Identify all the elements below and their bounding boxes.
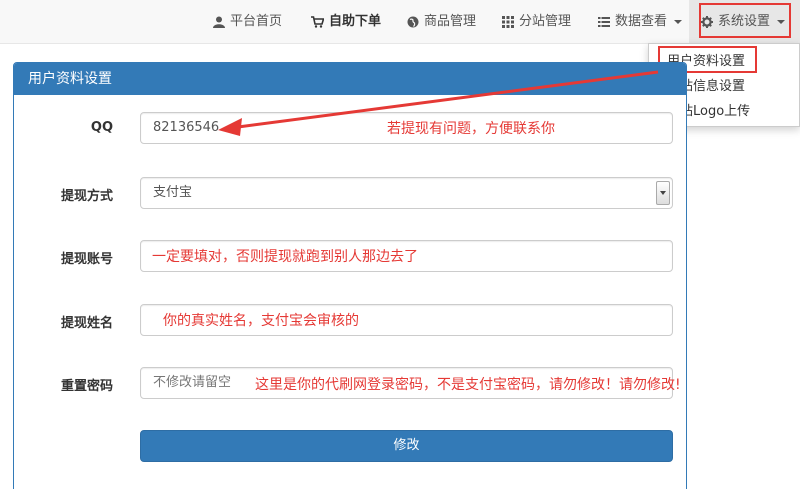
nav-item-products[interactable]: 商品管理 — [407, 0, 476, 44]
nav-item-data[interactable]: 数据查看 — [598, 0, 683, 44]
reset-password-label: 重置密码 — [60, 379, 113, 394]
annotation-note-password: 这里是你的代刷网登录密码，不是支付宝密码，请勿修改！请勿修改! — [255, 377, 681, 393]
list-icon — [598, 17, 610, 27]
annotation-highlight-settings — [699, 3, 791, 38]
grid-icon — [502, 16, 514, 28]
top-navbar: 平台首页 自助下单 商品管理 分站管理 数据查看 系统设置 — [0, 0, 800, 44]
cart-icon — [311, 16, 324, 28]
submit-button[interactable]: 修改 — [140, 430, 673, 462]
qq-label: QQ — [90, 120, 113, 135]
withdraw-method-label: 提现方式 — [60, 189, 113, 204]
nav-item-substations[interactable]: 分站管理 — [502, 0, 571, 44]
nav-item-label: 数据查看 — [615, 14, 668, 29]
annotation-note-account: 一定要填对，否则提现就跑到别人那边去了 — [152, 249, 418, 265]
withdraw-method-value: 支付宝 — [153, 185, 193, 200]
select-arrow-icon — [656, 181, 670, 205]
withdraw-method-select[interactable]: 支付宝 — [140, 177, 673, 209]
withdraw-account-label: 提现账号 — [60, 252, 113, 267]
nav-item-label: 自助下单 — [329, 14, 382, 29]
withdraw-name-label: 提现姓名 — [60, 316, 113, 331]
user-icon — [213, 16, 225, 28]
reset-password-placeholder: 不修改请留空 — [153, 375, 232, 390]
globe-icon — [407, 16, 419, 28]
nav-item-order[interactable]: 自助下单 — [311, 0, 381, 44]
qq-value: 82136546 — [153, 120, 220, 135]
annotation-note-name: 你的真实姓名，支付宝会审核的 — [163, 313, 359, 329]
nav-item-label: 平台首页 — [230, 14, 283, 29]
annotation-note-qq: 若提现有问题，方便联系你 — [387, 121, 555, 137]
nav-item-home[interactable]: 平台首页 — [213, 0, 282, 44]
nav-item-label: 商品管理 — [424, 14, 477, 29]
panel-title: 用户资料设置 — [14, 63, 686, 95]
caret-down-icon — [674, 20, 683, 24]
nav-item-label: 分站管理 — [519, 14, 572, 29]
